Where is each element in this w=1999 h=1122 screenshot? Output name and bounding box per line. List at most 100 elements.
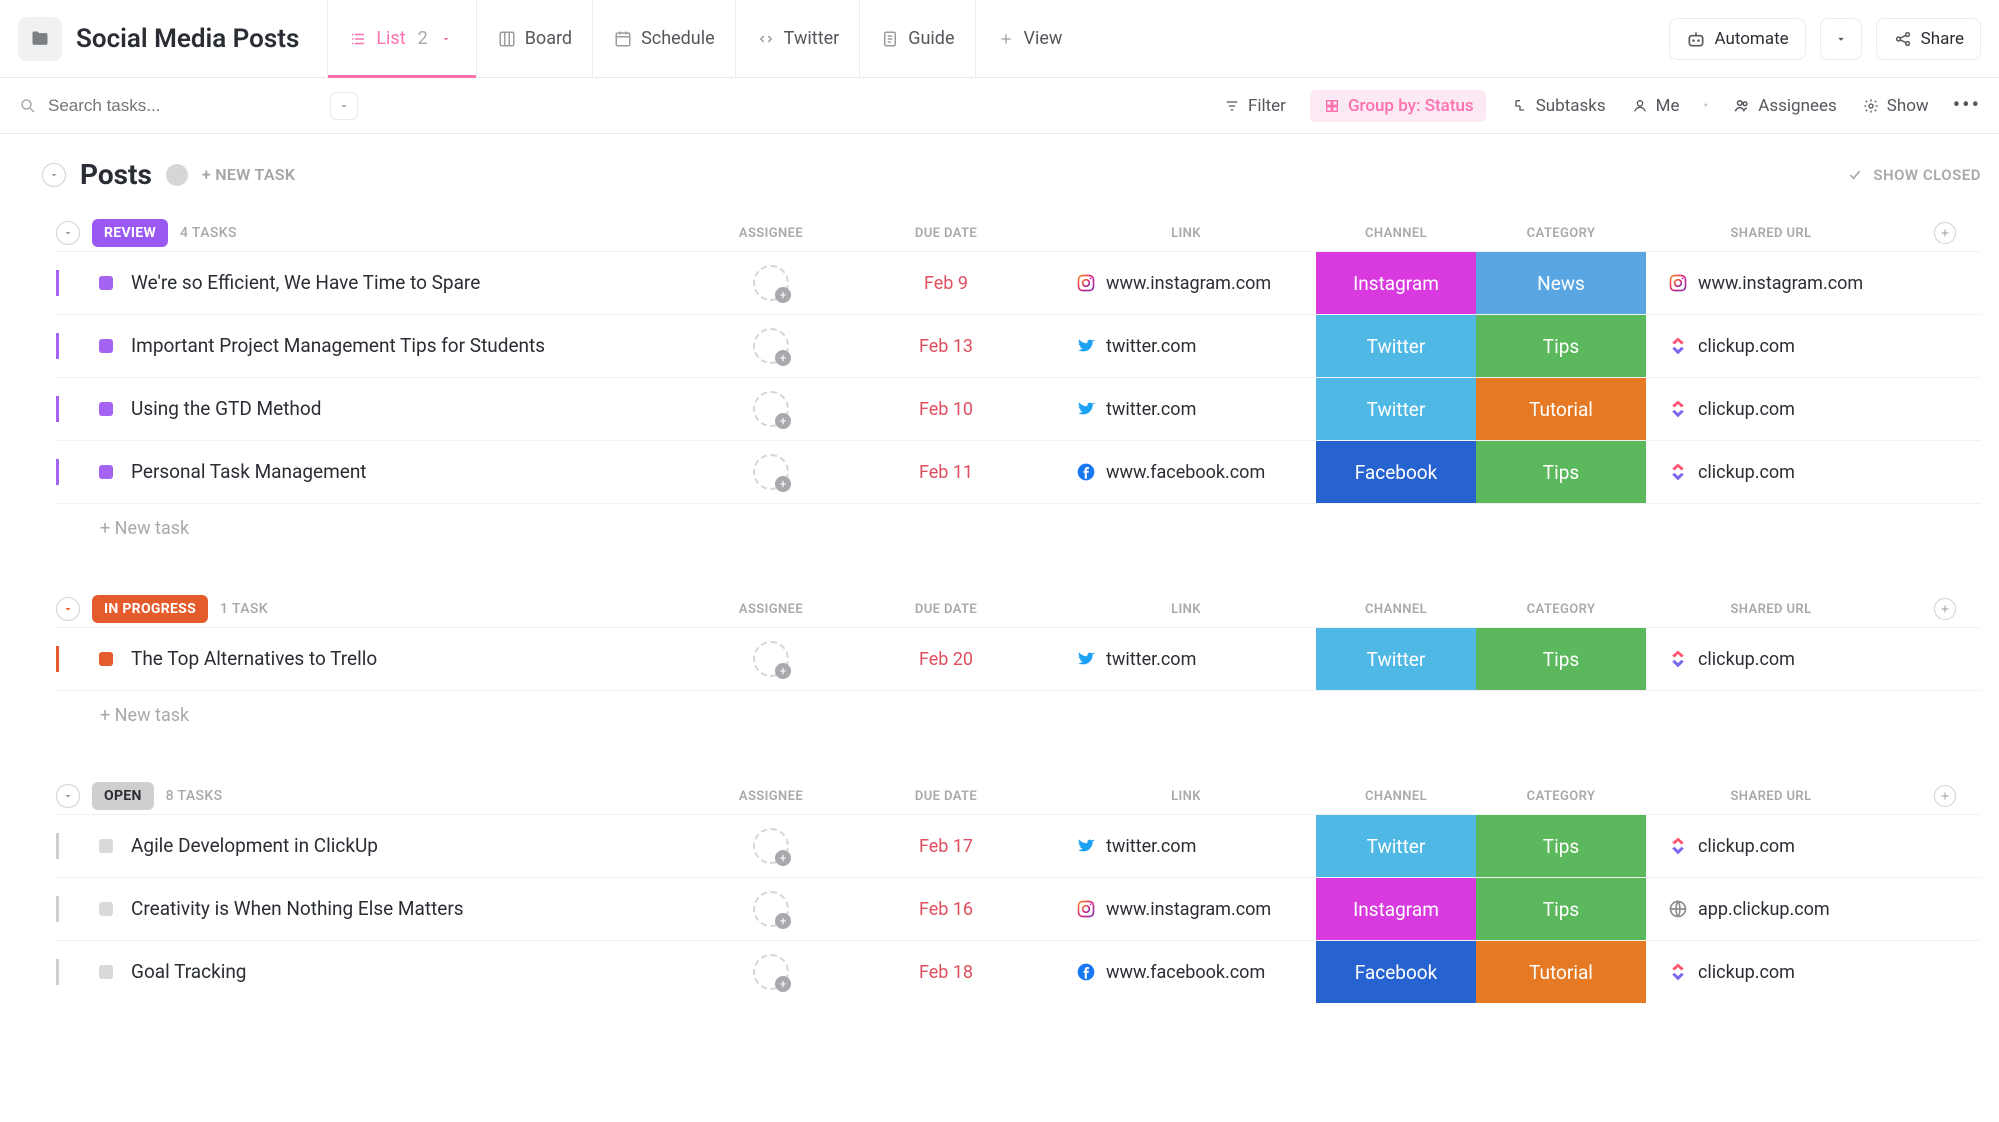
new-task-row-button[interactable]: + New task xyxy=(56,690,1981,740)
task-row[interactable]: Important Project Management Tips for St… xyxy=(56,314,1981,377)
filter-button[interactable]: Filter xyxy=(1222,96,1286,116)
channel-chip[interactable]: Twitter xyxy=(1316,315,1476,377)
category-chip[interactable]: Tutorial xyxy=(1476,941,1646,1003)
shared-url-cell[interactable]: app.clickup.com xyxy=(1646,899,1896,920)
add-assignee-icon[interactable] xyxy=(753,265,789,301)
shared-url-cell[interactable]: clickup.com xyxy=(1646,399,1896,420)
link-cell[interactable]: www.instagram.com xyxy=(1056,899,1316,920)
category-chip[interactable]: Tips xyxy=(1476,315,1646,377)
view-tab-guide[interactable]: Guide xyxy=(859,0,974,77)
search-field[interactable] xyxy=(48,96,248,116)
task-title[interactable]: Using the GTD Method xyxy=(56,396,706,422)
channel-chip[interactable]: Facebook xyxy=(1316,941,1476,1003)
category-chip[interactable]: Tips xyxy=(1476,878,1646,940)
task-row[interactable]: Using the GTD MethodFeb 10 twitter.comTw… xyxy=(56,377,1981,440)
col-channel[interactable]: CHANNEL xyxy=(1316,226,1476,241)
status-label[interactable]: IN PROGRESS xyxy=(92,595,208,623)
task-title[interactable]: The Top Alternatives to Trello xyxy=(56,646,706,672)
col-due[interactable]: DUE DATE xyxy=(836,602,1056,617)
share-button[interactable]: Share xyxy=(1876,18,1981,60)
col-category[interactable]: CATEGORY xyxy=(1476,789,1646,804)
category-chip[interactable]: News xyxy=(1476,252,1646,314)
channel-chip[interactable]: Twitter xyxy=(1316,628,1476,690)
assignee-cell[interactable] xyxy=(706,891,836,927)
more-button[interactable]: ••• xyxy=(1953,93,1981,118)
col-channel[interactable]: CHANNEL xyxy=(1316,789,1476,804)
assignee-cell[interactable] xyxy=(706,391,836,427)
automate-button[interactable]: Automate xyxy=(1669,18,1805,60)
add-assignee-icon[interactable] xyxy=(753,891,789,927)
assignee-cell[interactable] xyxy=(706,641,836,677)
due-date-cell[interactable]: Feb 18 xyxy=(836,962,1056,983)
assignee-cell[interactable] xyxy=(706,828,836,864)
view-tab-board[interactable]: Board xyxy=(476,0,592,77)
assignee-cell[interactable] xyxy=(706,328,836,364)
add-view-button[interactable]: View xyxy=(975,0,1083,77)
task-row[interactable]: Agile Development in ClickUpFeb 17 twitt… xyxy=(56,814,1981,877)
due-date-cell[interactable]: Feb 9 xyxy=(836,273,1056,294)
channel-chip[interactable]: Instagram xyxy=(1316,252,1476,314)
collapse-toggle[interactable] xyxy=(56,784,80,808)
task-row[interactable]: The Top Alternatives to TrelloFeb 20 twi… xyxy=(56,627,1981,690)
assignee-cell[interactable] xyxy=(706,454,836,490)
add-assignee-icon[interactable] xyxy=(753,328,789,364)
task-title[interactable]: We're so Efficient, We Have Time to Spar… xyxy=(56,270,706,296)
view-tab-list[interactable]: List 2 xyxy=(327,0,475,77)
due-date-cell[interactable]: Feb 10 xyxy=(836,399,1056,420)
shared-url-cell[interactable]: clickup.com xyxy=(1646,649,1896,670)
task-row[interactable]: We're so Efficient, We Have Time to Spar… xyxy=(56,251,1981,314)
collapse-toggle[interactable] xyxy=(56,221,80,245)
col-due[interactable]: DUE DATE xyxy=(836,789,1056,804)
col-shared[interactable]: SHARED URL xyxy=(1646,602,1896,617)
add-assignee-icon[interactable] xyxy=(753,391,789,427)
shared-url-cell[interactable]: clickup.com xyxy=(1646,462,1896,483)
col-link[interactable]: LINK xyxy=(1056,789,1316,804)
subtasks-button[interactable]: Subtasks xyxy=(1510,96,1606,116)
shared-url-cell[interactable]: clickup.com xyxy=(1646,336,1896,357)
channel-chip[interactable]: Instagram xyxy=(1316,878,1476,940)
col-assignee[interactable]: ASSIGNEE xyxy=(706,602,836,617)
category-chip[interactable]: Tips xyxy=(1476,441,1646,503)
col-link[interactable]: LINK xyxy=(1056,226,1316,241)
col-category[interactable]: CATEGORY xyxy=(1476,602,1646,617)
status-label[interactable]: REVIEW xyxy=(92,219,168,247)
task-title[interactable]: Goal Tracking xyxy=(56,959,706,985)
col-due[interactable]: DUE DATE xyxy=(836,226,1056,241)
task-title[interactable]: Personal Task Management xyxy=(56,459,706,485)
status-label[interactable]: OPEN xyxy=(92,782,154,810)
category-chip[interactable]: Tips xyxy=(1476,628,1646,690)
me-button[interactable]: Me xyxy=(1630,96,1680,116)
task-title[interactable]: Agile Development in ClickUp xyxy=(56,833,706,859)
view-tab-schedule[interactable]: Schedule xyxy=(592,0,735,77)
search-options[interactable] xyxy=(330,92,358,120)
category-chip[interactable]: Tutorial xyxy=(1476,378,1646,440)
add-column-button[interactable] xyxy=(1934,785,1956,807)
add-assignee-icon[interactable] xyxy=(753,454,789,490)
category-chip[interactable]: Tips xyxy=(1476,815,1646,877)
add-assignee-icon[interactable] xyxy=(753,828,789,864)
add-column-button[interactable] xyxy=(1934,598,1956,620)
channel-chip[interactable]: Facebook xyxy=(1316,441,1476,503)
folder-button[interactable] xyxy=(18,17,62,61)
page-title[interactable]: Social Media Posts xyxy=(76,24,299,54)
col-shared[interactable]: SHARED URL xyxy=(1646,789,1896,804)
add-assignee-icon[interactable] xyxy=(753,954,789,990)
due-date-cell[interactable]: Feb 20 xyxy=(836,649,1056,670)
search-input[interactable] xyxy=(18,92,358,120)
assignees-button[interactable]: Assignees xyxy=(1732,96,1837,116)
new-task-row-button[interactable]: + New task xyxy=(56,503,1981,553)
channel-chip[interactable]: Twitter xyxy=(1316,378,1476,440)
task-row[interactable]: Creativity is When Nothing Else MattersF… xyxy=(56,877,1981,940)
due-date-cell[interactable]: Feb 16 xyxy=(836,899,1056,920)
col-link[interactable]: LINK xyxy=(1056,602,1316,617)
add-column-button[interactable] xyxy=(1934,222,1956,244)
link-cell[interactable]: www.instagram.com xyxy=(1056,273,1316,294)
col-channel[interactable]: CHANNEL xyxy=(1316,602,1476,617)
automate-dropdown[interactable] xyxy=(1820,18,1862,60)
channel-chip[interactable]: Twitter xyxy=(1316,815,1476,877)
task-row[interactable]: Goal TrackingFeb 18 www.facebook.comFace… xyxy=(56,940,1981,1003)
groupby-button[interactable]: Group by: Status xyxy=(1310,90,1486,122)
collapse-all-toggle[interactable] xyxy=(42,163,66,187)
task-row[interactable]: Personal Task ManagementFeb 11 www.faceb… xyxy=(56,440,1981,503)
shared-url-cell[interactable]: www.instagram.com xyxy=(1646,273,1896,294)
